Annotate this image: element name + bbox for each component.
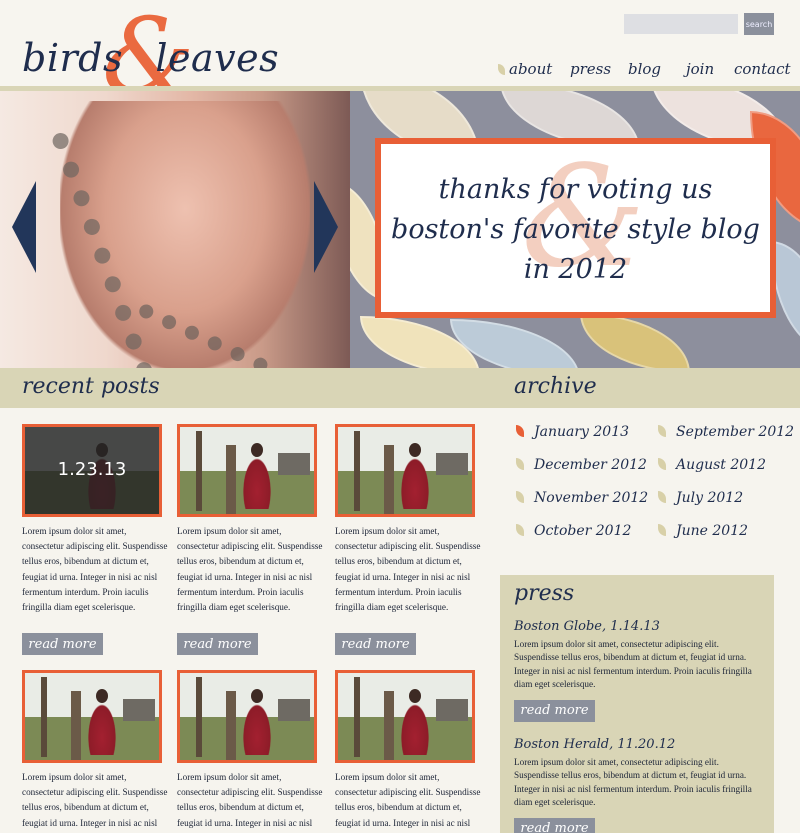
post-thumbnail[interactable] [335,670,475,763]
post-thumbnail[interactable] [177,670,317,763]
recent-posts-heading: recent posts [22,374,160,399]
archive-item[interactable]: August 2012 [658,457,766,473]
leaf-bullet-icon [516,458,524,470]
promo-text: thanks for voting us boston's favorite s… [391,174,760,285]
read-more-button[interactable]: read more [514,817,595,833]
leaf-bullet-icon [658,425,666,437]
hero-photo [0,91,350,368]
post-excerpt: Lorem ipsum dolor sit amet, consectetur … [177,526,323,613]
post-excerpt: Lorem ipsum dolor sit amet, consectetur … [335,772,481,833]
archive-heading: archive [514,374,597,399]
archive-item[interactable]: October 2012 [516,523,631,539]
post-thumbnail[interactable]: 1.23.13 [22,424,162,517]
leaf-bullet-icon [658,458,666,470]
post-thumbnail[interactable] [177,424,317,517]
nav-item-press[interactable]: press [570,60,611,78]
press-item-body: Lorem ipsum dolor sit amet, consectetur … [514,639,752,690]
read-more-button[interactable]: read more [22,633,103,655]
nav-item-contact[interactable]: contact [734,60,791,78]
post-excerpt: Lorem ipsum dolor sit amet, consectetur … [177,772,323,833]
press-panel: press Boston Globe, 1.14.13 Lorem ipsum … [500,575,774,833]
post-date-overlay: 1.23.13 [57,459,127,480]
archive-item[interactable]: January 2013 [516,424,629,440]
press-item: Boston Globe, 1.14.13 Lorem ipsum dolor … [514,619,764,722]
nav-item-join[interactable]: join [686,60,714,78]
recent-posts-bar: recent posts [0,368,500,408]
arrow-right-icon[interactable] [314,181,338,273]
nav-item-about[interactable]: about [498,60,552,78]
leaf-bullet-icon [498,64,505,75]
archive-bar: archive [500,368,800,408]
read-more-button[interactable]: read more [514,699,595,722]
arrow-left-icon[interactable] [12,181,36,273]
archive-item[interactable]: June 2012 [658,523,748,539]
archive-item[interactable]: November 2012 [516,490,648,506]
post-thumbnail[interactable] [22,670,162,763]
leaf-bullet-icon [658,524,666,536]
archive-item[interactable]: July 2012 [658,490,743,506]
nav-item-blog[interactable]: blog [628,60,661,78]
post-excerpt: Lorem ipsum dolor sit amet, consectetur … [335,526,481,613]
site-header: & birds leaves search about press blog j… [0,0,800,108]
search-input[interactable] [624,14,738,34]
press-item-body: Lorem ipsum dolor sit amet, consectetur … [514,757,752,808]
press-heading: press [514,581,575,606]
post-excerpt: Lorem ipsum dolor sit amet, consectetur … [22,772,168,833]
promo-banner[interactable]: & thanks for voting us boston's favorite… [375,138,776,318]
archive-item[interactable]: December 2012 [516,457,647,473]
leaf-bullet-icon [516,491,524,503]
press-item-title[interactable]: Boston Herald, 11.20.12 [514,737,764,752]
leaf-bullet-icon [516,425,524,437]
leaf-bullet-icon [658,491,666,503]
post-thumbnail[interactable] [335,424,475,517]
post-excerpt: Lorem ipsum dolor sit amet, consectetur … [22,526,168,613]
logo-wordmark: birds leaves [22,36,280,80]
press-item-title[interactable]: Boston Globe, 1.14.13 [514,619,764,634]
press-item: Boston Herald, 11.20.12 Lorem ipsum dolo… [514,737,764,833]
read-more-button[interactable]: read more [177,633,258,655]
hero-slider: & thanks for voting us boston's favorite… [0,91,800,368]
read-more-button[interactable]: read more [335,633,416,655]
site-logo[interactable]: & birds leaves [22,4,279,108]
search-button[interactable]: search [744,13,774,35]
archive-item[interactable]: September 2012 [658,424,794,440]
leaf-bullet-icon [516,524,524,536]
